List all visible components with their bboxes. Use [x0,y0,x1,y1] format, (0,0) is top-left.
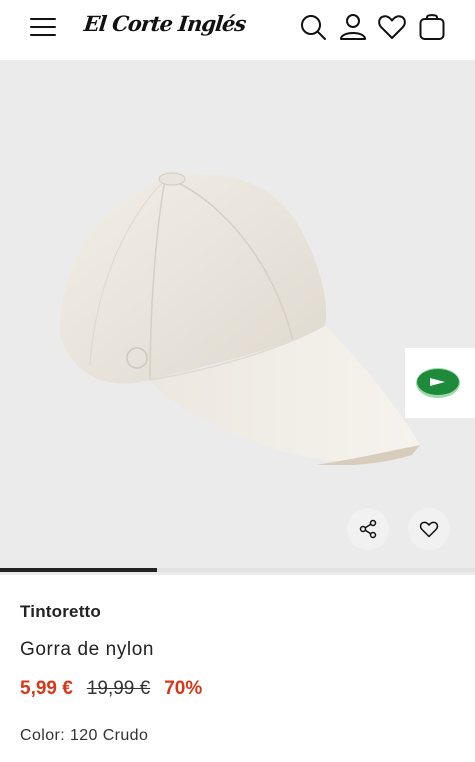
heart-icon [419,521,439,538]
share-button[interactable] [347,508,389,550]
current-price: 5,99 € [20,678,73,699]
menu-icon[interactable] [30,16,56,38]
search-icon[interactable] [298,12,328,42]
brand-logo[interactable]: El Corte Inglés [83,11,247,36]
top-header: El Corte Inglés [0,0,475,60]
color-value: 120 Crudo [69,727,149,744]
share-icon [359,519,377,539]
play-arrow-icon [416,368,460,398]
original-price: 19,99 € [86,678,151,699]
bag-icon[interactable] [417,12,447,42]
heart-icon[interactable] [377,12,407,42]
gallery-progress-fill [0,568,157,572]
account-icon[interactable] [338,12,368,42]
discount-badge: 70% [164,678,203,699]
product-image-gallery[interactable] [0,60,475,575]
product-image [59,172,420,465]
color-info: Color: 120 Crudo [20,727,148,745]
assistant-widget[interactable] [405,348,475,418]
price-row: 5,99 € 19,99 € 70% [20,678,202,700]
product-brand[interactable]: Tintoretto [20,602,101,622]
gallery-progress [0,568,475,572]
product-title: Gorra de nylon [20,639,155,660]
color-label: Color: [20,727,66,744]
favorite-button[interactable] [408,508,450,550]
